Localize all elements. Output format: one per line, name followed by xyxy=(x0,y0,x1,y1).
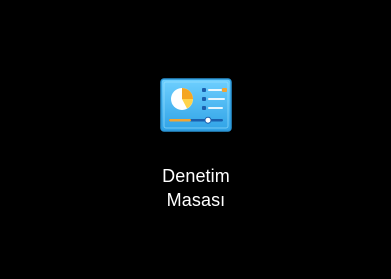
shortcut-label: Denetim Masası xyxy=(162,164,230,212)
desktop: { "desktop": { "background_color": "#000… xyxy=(0,0,391,279)
shortcut-label-line1: Denetim xyxy=(162,166,230,186)
desktop-shortcut-control-panel[interactable]: Denetim Masası xyxy=(122,64,270,240)
control-panel-icon xyxy=(160,72,232,142)
shortcut-label-line2: Masası xyxy=(166,190,226,210)
